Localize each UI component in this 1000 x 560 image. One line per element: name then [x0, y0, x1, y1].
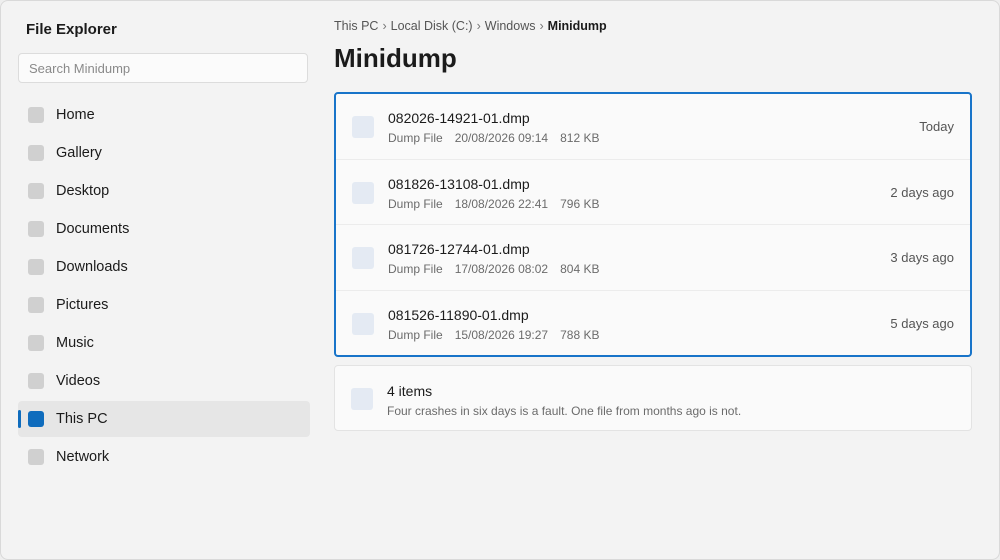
- file-name: 081726-12744-01.dmp: [388, 241, 530, 257]
- main-pane: This PC › Local Disk (C:) › Windows › Minidump…: [334, 1, 974, 559]
- breadcrumb: This PC › Local Disk (C:) › Windows › Minidump: [334, 19, 607, 33]
- file-modified: 17/08/2026 08:02: [454, 262, 549, 276]
- breadcrumb-item-local-disk[interactable]: Local Disk (C:): [391, 19, 473, 33]
- breadcrumb-separator: ›: [382, 19, 387, 33]
- sidebar-item-documents[interactable]: Documents: [18, 211, 310, 247]
- sidebar-item-home[interactable]: Home: [18, 97, 310, 133]
- file-meta: Dump File 20/08/2026 09:14 812 KB: [388, 131, 599, 145]
- breadcrumb-item-windows[interactable]: Windows: [485, 19, 536, 33]
- computer-icon: [28, 411, 44, 427]
- sidebar-item-desktop[interactable]: Desktop: [18, 173, 310, 209]
- sidebar-item-videos[interactable]: Videos: [18, 363, 310, 399]
- downloads-icon: [28, 259, 44, 275]
- sidebar-item-pictures[interactable]: Pictures: [18, 287, 310, 323]
- info-icon: [351, 388, 373, 410]
- summary-card: 4 items Four crashes in six days is a fa…: [334, 365, 972, 431]
- file-type: Dump File: [388, 262, 443, 276]
- summary-note: Four crashes in six days is a fault. One…: [387, 404, 742, 418]
- sidebar: File Explorer Home Gallery Desktop Docum…: [1, 1, 327, 559]
- sidebar-item-label: Videos: [56, 373, 101, 389]
- sidebar-item-label: Documents: [56, 221, 130, 237]
- file-age: 2 days ago: [890, 184, 954, 200]
- sidebar-item-music[interactable]: Music: [18, 325, 310, 361]
- file-icon: [352, 181, 374, 204]
- desktop-icon: [28, 183, 44, 199]
- sidebar-item-downloads[interactable]: Downloads: [18, 249, 310, 285]
- file-type: Dump File: [388, 327, 443, 342]
- file-name: 081826-13108-01.dmp: [388, 175, 530, 192]
- file-row[interactable]: 081726-12744-01.dmp Dump File 17/08/2026 …: [336, 225, 970, 291]
- documents-icon: [28, 221, 44, 237]
- sidebar-item-network[interactable]: Network: [18, 439, 310, 475]
- file-meta: Dump File 18/08/2026 22:41 796 KB: [388, 197, 599, 211]
- sidebar-nav: Home Gallery Desktop Documents Downloads…: [18, 97, 310, 477]
- item-count: 4 items: [387, 383, 433, 399]
- file-modified: 20/08/2026 09:14: [454, 131, 549, 145]
- breadcrumb-separator: ›: [539, 19, 544, 33]
- breadcrumb-item-this-pc[interactable]: This PC: [334, 19, 378, 33]
- videos-icon: [28, 373, 44, 389]
- app-title: File Explorer: [26, 21, 117, 38]
- file-size: 812 KB: [560, 131, 600, 145]
- sidebar-item-this-pc[interactable]: This PC: [18, 401, 310, 437]
- search-box[interactable]: [18, 53, 308, 83]
- file-icon: [352, 116, 374, 138]
- sidebar-item-gallery[interactable]: Gallery: [18, 135, 310, 171]
- breadcrumb-separator: ›: [476, 19, 481, 33]
- page-title: Minidump: [334, 43, 457, 73]
- pictures-icon: [28, 297, 44, 313]
- file-type: Dump File: [388, 196, 443, 211]
- file-icon: [352, 312, 374, 335]
- sidebar-item-label: Desktop: [56, 183, 110, 199]
- sidebar-item-label: Downloads: [56, 259, 128, 275]
- search-input[interactable]: [19, 54, 307, 82]
- gallery-icon: [28, 145, 44, 161]
- file-age: Today: [919, 119, 954, 134]
- file-name: 082026-14921-01.dmp: [388, 110, 530, 126]
- file-list: 082026-14921-01.dmp Dump File 20/08/2026 …: [334, 92, 972, 357]
- network-icon: [28, 449, 44, 465]
- file-name: 081526-11890-01.dmp: [388, 306, 529, 323]
- breadcrumb-item-current: Minidump: [547, 19, 607, 33]
- file-modified: 15/08/2026 19:27: [454, 327, 549, 342]
- sidebar-item-label: Gallery: [56, 145, 102, 161]
- file-explorer-window: File Explorer Home Gallery Desktop Docum…: [0, 0, 1000, 560]
- file-size: 788 KB: [560, 327, 600, 342]
- sidebar-item-label: Home: [56, 107, 95, 123]
- sidebar-item-label: Music: [56, 335, 94, 351]
- music-icon: [28, 335, 44, 351]
- file-row[interactable]: 081826-13108-01.dmp Dump File 18/08/2026 …: [336, 160, 970, 225]
- sidebar-item-label: Network: [56, 449, 110, 465]
- file-modified: 18/08/2026 22:41: [454, 196, 549, 211]
- file-size: 804 KB: [560, 262, 600, 276]
- file-type: Dump File: [388, 131, 443, 145]
- file-age: 3 days ago: [890, 250, 954, 265]
- file-age: 5 days ago: [890, 315, 954, 331]
- sidebar-item-label: Pictures: [56, 297, 109, 313]
- sidebar-item-label: This PC: [56, 411, 108, 427]
- file-meta: Dump File 17/08/2026 08:02 804 KB: [388, 262, 599, 276]
- file-size: 796 KB: [560, 196, 600, 211]
- file-row[interactable]: 081526-11890-01.dmp Dump File 15/08/2026 …: [336, 291, 970, 356]
- home-icon: [28, 107, 44, 123]
- file-row[interactable]: 082026-14921-01.dmp Dump File 20/08/2026 …: [336, 94, 970, 160]
- file-meta: Dump File 15/08/2026 19:27 788 KB: [388, 328, 599, 342]
- file-icon: [352, 247, 374, 269]
